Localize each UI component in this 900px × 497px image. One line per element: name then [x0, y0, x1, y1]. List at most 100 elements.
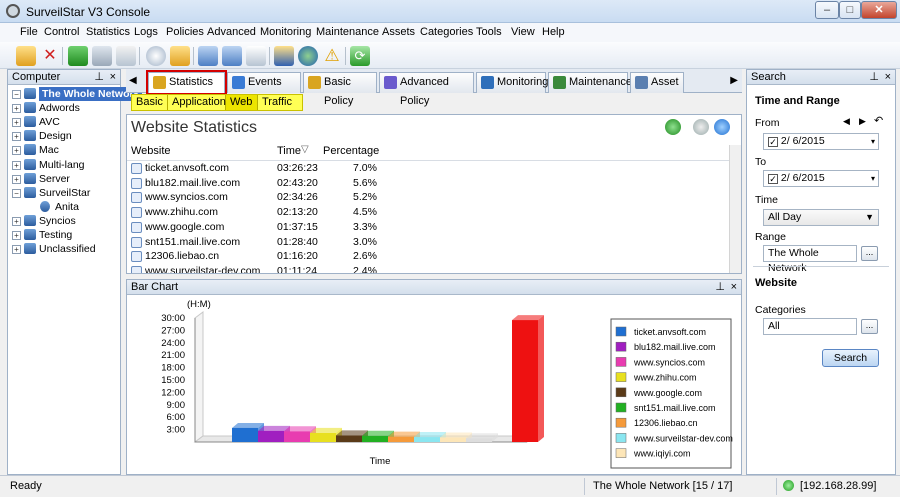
- range-browse-button[interactable]: ...: [861, 246, 878, 261]
- legend-swatch: [615, 387, 627, 398]
- column-time[interactable]: Time: [277, 145, 301, 159]
- warning-icon[interactable]: ⚠: [322, 46, 342, 66]
- tab-basic-policy[interactable]: Basic Policy: [303, 72, 377, 107]
- expander-icon[interactable]: +: [12, 132, 21, 142]
- table-row[interactable]: ticket.anvsoft.com 03:26:23 7.0%: [127, 161, 727, 176]
- column-percentage[interactable]: Percentage: [323, 145, 379, 159]
- menu-maintenance[interactable]: Maintenance: [316, 26, 379, 38]
- time-select[interactable]: All Day ▼: [763, 209, 879, 226]
- delete-icon[interactable]: ✕: [40, 46, 60, 66]
- table-row[interactable]: blu182.mail.live.com 02:43:20 5.6%: [127, 176, 727, 191]
- search-panel-header: Search ⊥ ×: [747, 70, 895, 85]
- print-preview-icon[interactable]: [116, 46, 136, 66]
- network-icon[interactable]: [298, 46, 318, 66]
- menu-statistics[interactable]: Statistics: [86, 26, 130, 38]
- undo-icon[interactable]: ↶: [874, 114, 883, 127]
- pin-icon[interactable]: ⊥: [94, 70, 104, 84]
- subtab-traffic[interactable]: Traffic: [258, 95, 302, 110]
- tab-events-log[interactable]: Events Log: [227, 72, 301, 107]
- new-folder-icon[interactable]: [16, 46, 36, 66]
- menu-help[interactable]: Help: [542, 26, 565, 38]
- row-website: www.google.com: [145, 220, 225, 233]
- close-button[interactable]: ✕: [861, 1, 897, 19]
- tab-scroll-right-icon[interactable]: ▶: [730, 75, 738, 86]
- expander-icon[interactable]: +: [12, 160, 21, 170]
- export-icon[interactable]: [714, 119, 730, 135]
- alert-icon[interactable]: [274, 46, 294, 66]
- menu-control[interactable]: Control: [44, 26, 79, 38]
- tab-statistics[interactable]: Statistics: [146, 70, 227, 95]
- maximize-button[interactable]: □: [839, 1, 861, 19]
- expander-icon[interactable]: +: [12, 146, 21, 156]
- table-row[interactable]: www.google.com 01:37:15 3.3%: [127, 220, 727, 235]
- tab-monitoring[interactable]: Monitoring: [476, 72, 548, 93]
- table-row[interactable]: www.zhihu.com 02:13:20 4.5%: [127, 205, 727, 220]
- expander-icon[interactable]: +: [12, 245, 21, 255]
- refresh-icon[interactable]: ⟳: [350, 46, 370, 66]
- prev-icon[interactable]: ◀: [843, 116, 850, 127]
- menu-monitoring[interactable]: Monitoring: [260, 26, 311, 38]
- copy-icon[interactable]: [198, 46, 218, 66]
- expander-icon[interactable]: −: [12, 188, 21, 198]
- tab-scroll-left-icon[interactable]: ◀: [129, 75, 137, 86]
- import-icon[interactable]: [68, 46, 88, 66]
- legend-swatch: [615, 448, 627, 458]
- tab-asset[interactable]: Asset: [630, 72, 684, 93]
- tab-advanced-policy[interactable]: Advanced Policy: [379, 72, 474, 107]
- pin-icon[interactable]: ⊥: [715, 280, 725, 294]
- column-website[interactable]: Website: [131, 145, 171, 159]
- menu-logs[interactable]: Logs: [134, 26, 158, 38]
- calendar-dropdown-icon[interactable]: ▾: [871, 134, 875, 149]
- minimize-button[interactable]: –: [815, 1, 839, 19]
- expander-icon[interactable]: +: [12, 118, 21, 128]
- next-icon[interactable]: ▶: [859, 116, 866, 127]
- globe-icon[interactable]: [146, 46, 166, 66]
- tab-strip: ◀ ▶ Statistics Events Log Basic Policy A…: [126, 69, 742, 107]
- print-icon[interactable]: [92, 46, 112, 66]
- menu-tools[interactable]: Tools: [476, 26, 502, 38]
- close-panel-icon[interactable]: ×: [110, 70, 116, 84]
- subtab-application[interactable]: Application: [168, 95, 226, 110]
- tab-maintenance[interactable]: Maintenance: [548, 72, 632, 93]
- table-row[interactable]: snt151.mail.live.com 01:28:40 3.0%: [127, 235, 727, 250]
- expander-icon[interactable]: −: [12, 90, 21, 99]
- menu-file[interactable]: File: [20, 26, 38, 38]
- bar: [512, 320, 538, 442]
- print-icon[interactable]: [693, 119, 709, 135]
- search-folder-icon[interactable]: [170, 46, 190, 66]
- close-panel-icon[interactable]: ×: [731, 280, 737, 294]
- main-pane: ◀ ▶ Statistics Events Log Basic Policy A…: [126, 69, 742, 475]
- close-panel-icon[interactable]: ×: [885, 70, 891, 84]
- from-checkbox[interactable]: ✓: [768, 137, 778, 147]
- from-date-field[interactable]: ✓ 2/ 6/2015 ▾: [763, 133, 879, 150]
- subtab-web[interactable]: Web: [226, 95, 258, 110]
- connection-status-icon: [783, 480, 794, 491]
- categories-browse-button[interactable]: ...: [861, 319, 878, 334]
- calendar-dropdown-icon[interactable]: ▾: [871, 171, 875, 186]
- expander-icon[interactable]: +: [12, 231, 21, 240]
- range-field[interactable]: The Whole Network: [763, 245, 857, 274]
- table-row[interactable]: www.surveilstar-dev.com 01:11:24 2.4%: [127, 264, 727, 273]
- expander-icon[interactable]: +: [12, 174, 21, 184]
- list-view-icon[interactable]: [665, 119, 681, 135]
- divider: [753, 266, 889, 267]
- expander-icon[interactable]: +: [12, 216, 21, 226]
- to-checkbox[interactable]: ✓: [768, 174, 778, 184]
- menu-categories[interactable]: Categories: [420, 26, 473, 38]
- menu-assets[interactable]: Assets: [382, 26, 415, 38]
- bar: [362, 435, 388, 442]
- expander-icon[interactable]: +: [12, 104, 21, 114]
- document-icon[interactable]: [246, 46, 266, 66]
- menu-view[interactable]: View: [511, 26, 535, 38]
- categories-field[interactable]: All: [763, 318, 857, 335]
- menu-policies[interactable]: Policies: [166, 26, 204, 38]
- table-row[interactable]: 12306.liebao.cn 01:16:20 2.6%: [127, 249, 727, 264]
- pin-icon[interactable]: ⊥: [869, 70, 879, 84]
- to-date-field[interactable]: ✓ 2/ 6/2015 ▾: [763, 170, 879, 187]
- table-row[interactable]: www.syncios.com 02:34:26 5.2%: [127, 190, 727, 205]
- menu-advanced[interactable]: Advanced: [207, 26, 256, 38]
- subtab-basic[interactable]: Basic: [132, 95, 168, 110]
- paste-icon[interactable]: [222, 46, 242, 66]
- table-scrollbar[interactable]: [729, 145, 741, 273]
- search-button[interactable]: Search: [822, 349, 879, 367]
